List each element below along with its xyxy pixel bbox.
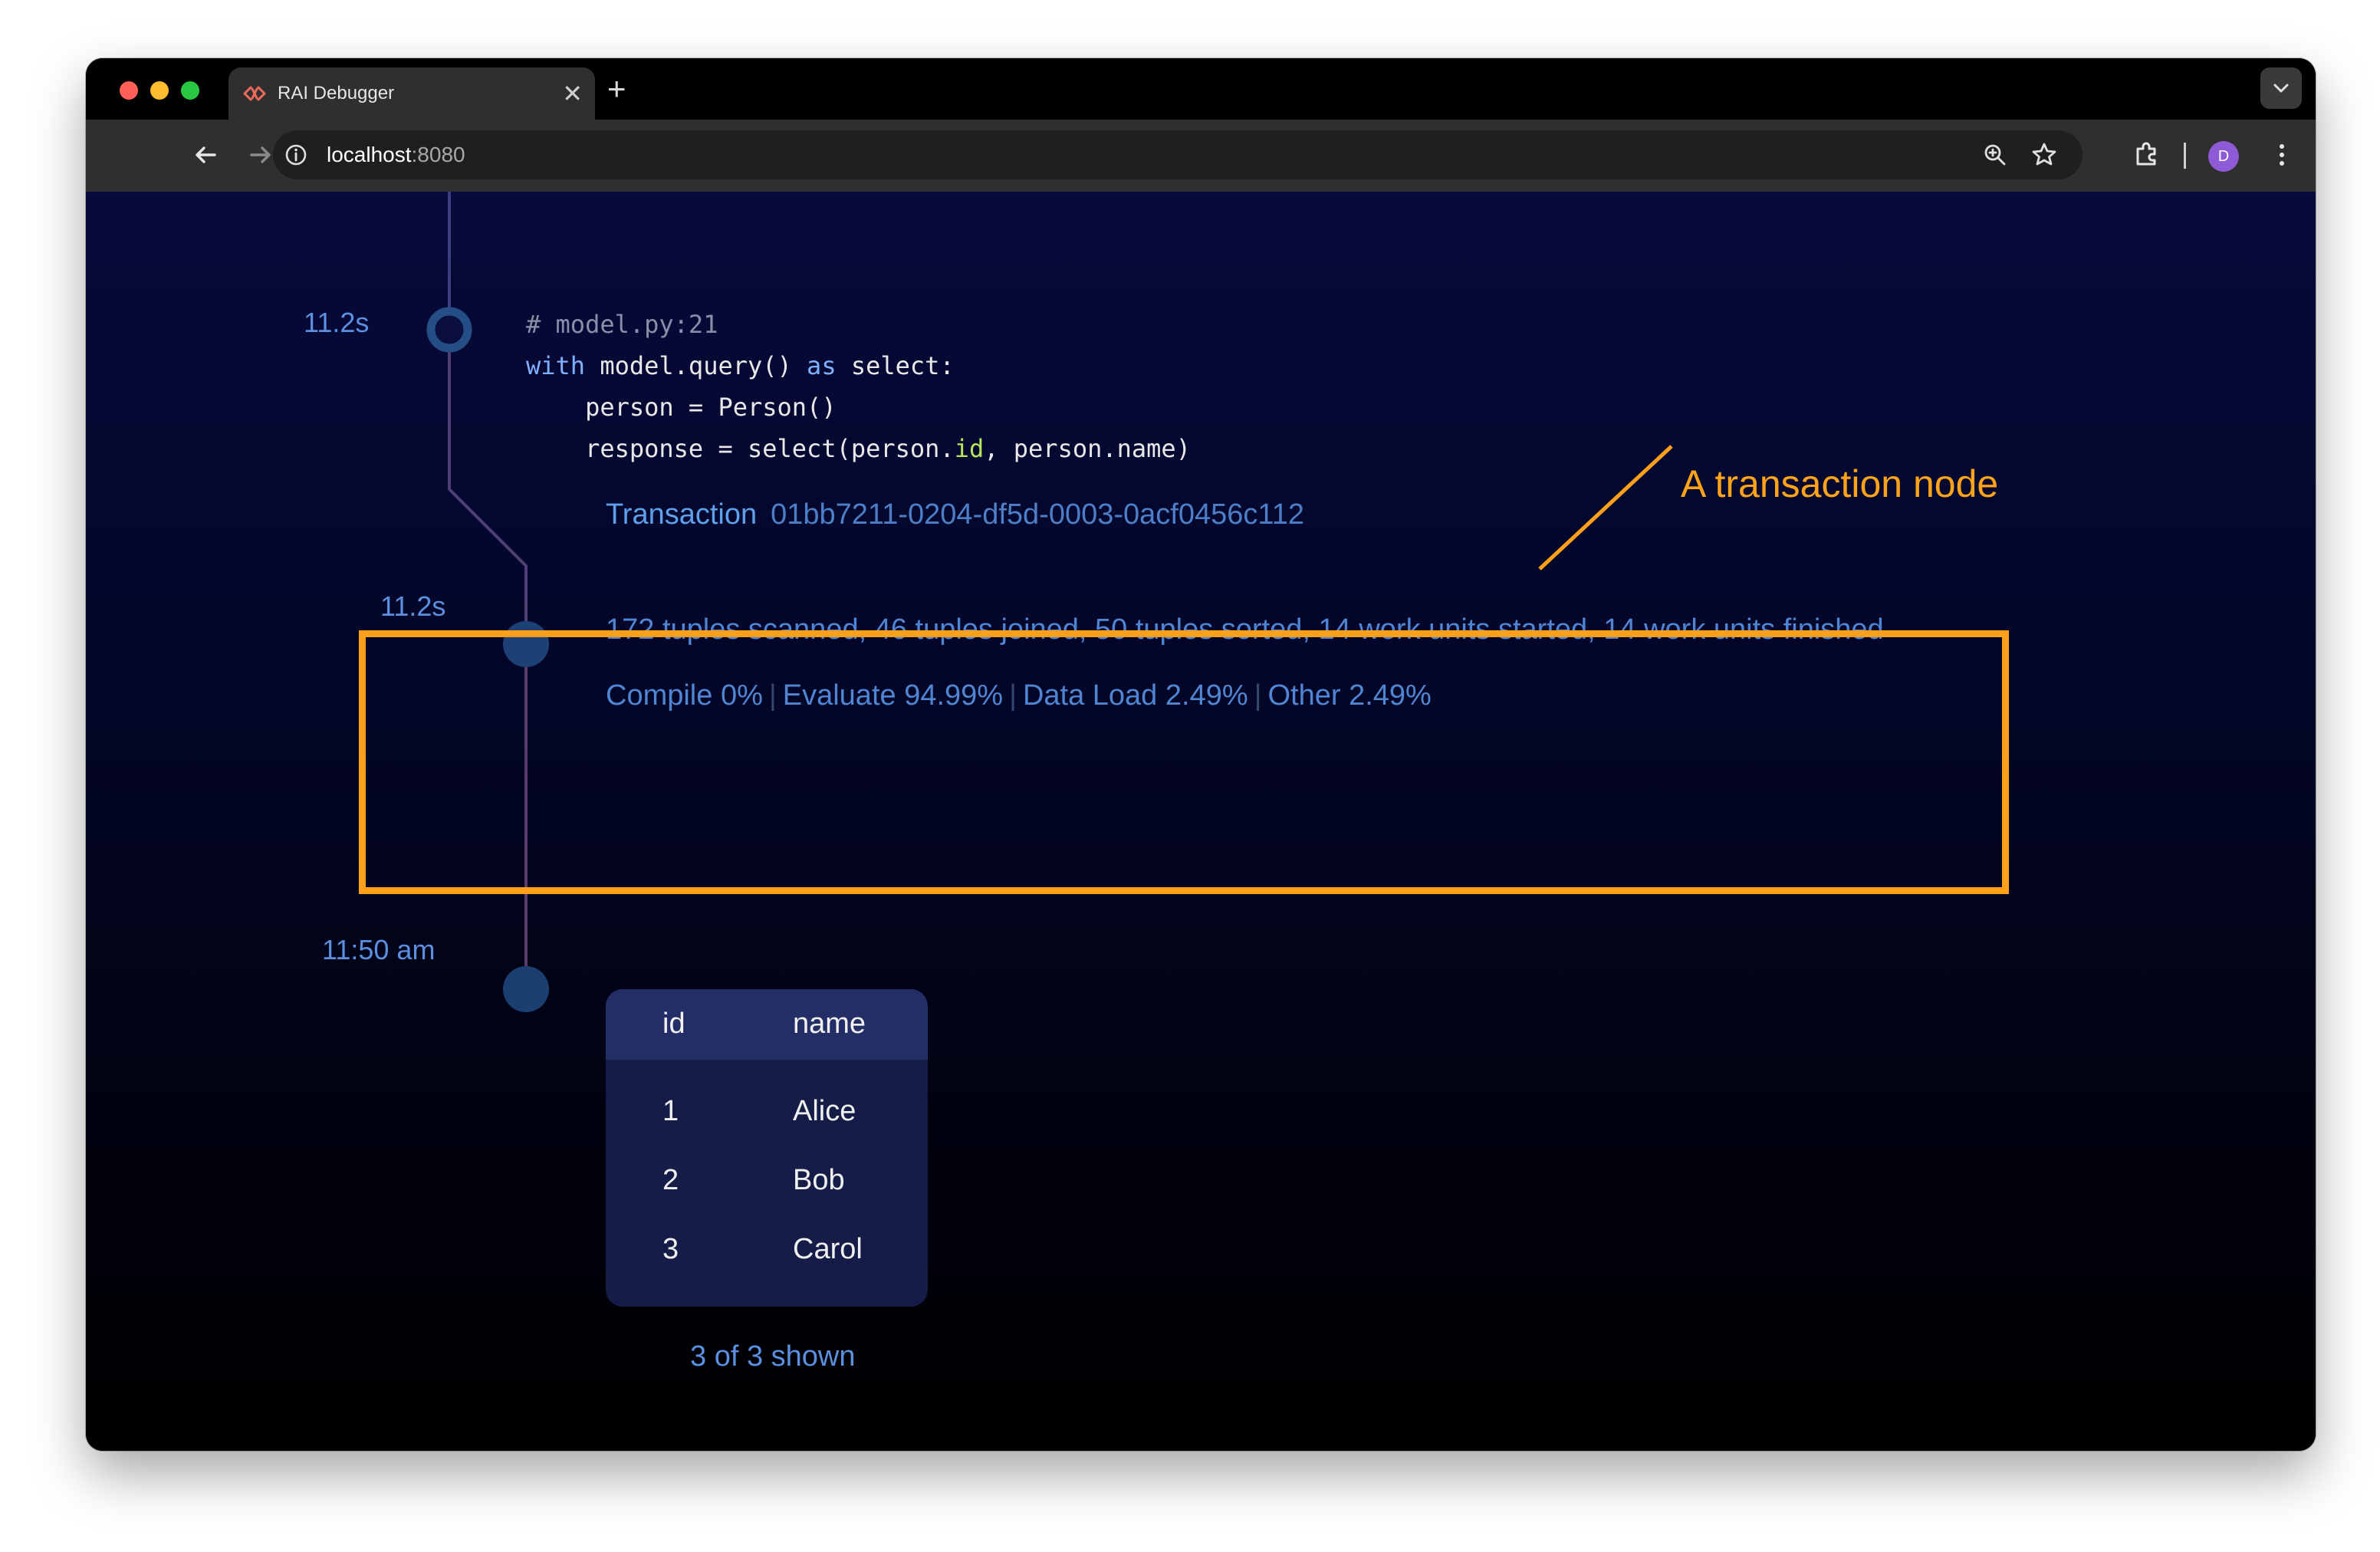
address-bar[interactable]: localhost:8080 [273,130,2082,179]
bookmark-star-icon[interactable] [2029,140,2059,170]
url-port: :8080 [411,143,465,166]
tab-search-button[interactable] [2260,67,2302,109]
url-text[interactable]: localhost:8080 [327,143,465,167]
table-cell-id: 1 [662,1095,679,1127]
transaction-node-time: 11.2s [380,590,446,622]
code-keyword: with [526,351,586,380]
minimize-window-button[interactable] [150,81,169,100]
tab-rai-debugger[interactable]: RAI Debugger ✕ [228,67,595,120]
tab-close-icon[interactable]: ✕ [562,78,583,109]
code-keyword: as [807,351,837,380]
new-tab-button[interactable]: + [607,67,626,110]
code-text: response = select(person. [526,434,955,463]
result-node-time: 11:50 am [322,934,436,965]
code-attribute: id [954,434,985,463]
rows-shown-count: 3 of 3 shown [690,1340,856,1373]
column-header-name[interactable]: name [793,1008,866,1041]
code-comment: # model.py:21 [526,310,718,339]
code-text: select: [836,351,955,380]
transaction-header[interactable]: Transaction 01bb7211-0204-df5d-0003-0acf0… [606,498,1304,531]
query-node-time: 11.2s [304,307,370,338]
profile-avatar[interactable]: D [2208,141,2239,172]
url-host: localhost [327,143,412,166]
query-node-marker[interactable] [426,307,472,353]
annotation-highlight-box [359,630,2009,894]
table-cell-name: Carol [793,1233,863,1265]
table-header [606,989,928,1060]
chevron-down-icon [2273,84,2289,93]
debugger-page: 11.2s # model.py:21 with model.query() a… [86,192,2316,1451]
browser-toolbar: localhost:8080 D [86,120,2316,193]
back-arrow-icon[interactable] [187,136,224,173]
maximize-window-button[interactable] [181,81,199,100]
tab-bar: RAI Debugger ✕ + [86,58,2316,120]
code-text: , person.name) [984,434,1191,463]
transaction-label: Transaction [606,498,758,531]
table-cell-name: Bob [793,1164,845,1196]
transaction-id[interactable]: 01bb7211-0204-df5d-0003-0acf0456c112 [771,498,1304,531]
table-cell-name: Alice [793,1095,856,1127]
zoom-icon[interactable] [1981,141,2009,169]
toolbar-divider [2184,143,2186,169]
result-table: id name 1 Alice 2 Bob 3 Carol [606,989,928,1307]
query-code-block: # model.py:21 with model.query() as sele… [526,304,1191,469]
close-window-button[interactable] [120,81,138,100]
table-cell-id: 3 [662,1233,679,1265]
result-node-marker[interactable] [503,966,549,1012]
more-menu-icon[interactable] [2263,136,2300,173]
tab-title: RAI Debugger [278,83,395,104]
code-text: person = Person() [526,393,837,422]
rai-logo-icon [243,86,266,101]
table-cell-id: 2 [662,1164,679,1196]
browser-window: RAI Debugger ✕ + localhost:8080 D 11.2s … [86,58,2316,1451]
annotation-label: A transaction node [1681,462,1999,505]
column-header-id[interactable]: id [662,1008,685,1041]
annotation-pointer [1538,445,1673,570]
extensions-puzzle-icon[interactable] [2129,136,2165,173]
site-info-icon[interactable] [284,143,308,167]
code-text: model.query() [585,351,807,380]
